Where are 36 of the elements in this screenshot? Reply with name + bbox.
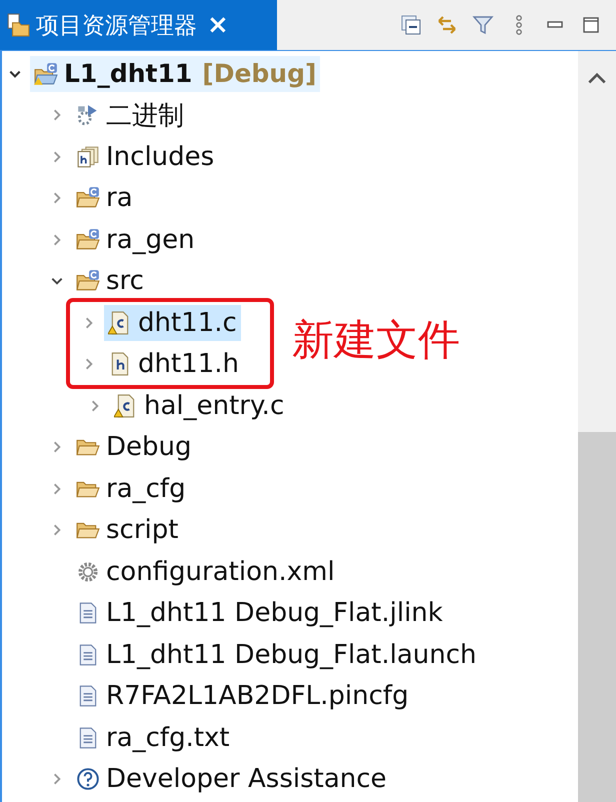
tab-title: 项目资源管理器 [36,12,197,40]
close-button[interactable]: × [203,12,233,38]
source-folder-icon [76,186,100,210]
tree-item[interactable]: Includes [72,138,218,175]
scroll-thumb[interactable] [578,432,616,802]
view-tab[interactable]: 项目资源管理器 × [0,0,277,50]
collapse-all-icon[interactable] [400,14,422,36]
source-folder-icon [76,269,100,294]
tree-item[interactable]: Debug [72,429,196,466]
project-item[interactable]: L1_dht11 [Debug] [30,56,320,92]
tree-item[interactable]: ra_cfg [72,470,190,507]
link-arrows-icon[interactable] [436,14,458,36]
scroll-up-icon[interactable] [586,71,608,85]
tree-item[interactable]: hal_entry.c [110,388,288,424]
tree-item[interactable]: L1_dht11 Debug_Flat.jlink [72,595,447,632]
gear-icon [76,560,100,584]
tree-item[interactable]: 二进制 [72,97,188,134]
tree-item[interactable]: dht11.c [104,304,241,341]
tree-item[interactable]: ra_cfg.txt [72,720,234,756]
filter-icon[interactable] [472,14,494,36]
tree-item[interactable]: configuration.xml [72,554,339,590]
tree-item[interactable]: src [72,263,148,300]
tree-item[interactable]: R7FA2L1AB2DFL.pincfg [72,678,413,714]
tree-item[interactable]: dht11.h [104,346,244,382]
project-icon [34,62,58,86]
header-files-icon [76,144,100,169]
explorer-icon [6,13,30,37]
tree-item[interactable]: script [72,512,182,548]
tree-item[interactable]: ra_gen [72,222,199,258]
tree-item[interactable]: L1_dht11 Debug_Flat.launch [72,636,481,673]
tree-item[interactable]: ra [72,180,137,216]
help-icon [76,767,100,792]
scrollbar[interactable] [578,51,616,802]
source-folder-icon [76,228,100,252]
annotation-text: 新建文件 [292,314,460,366]
tree-item[interactable]: Developer Assistance [72,761,391,798]
